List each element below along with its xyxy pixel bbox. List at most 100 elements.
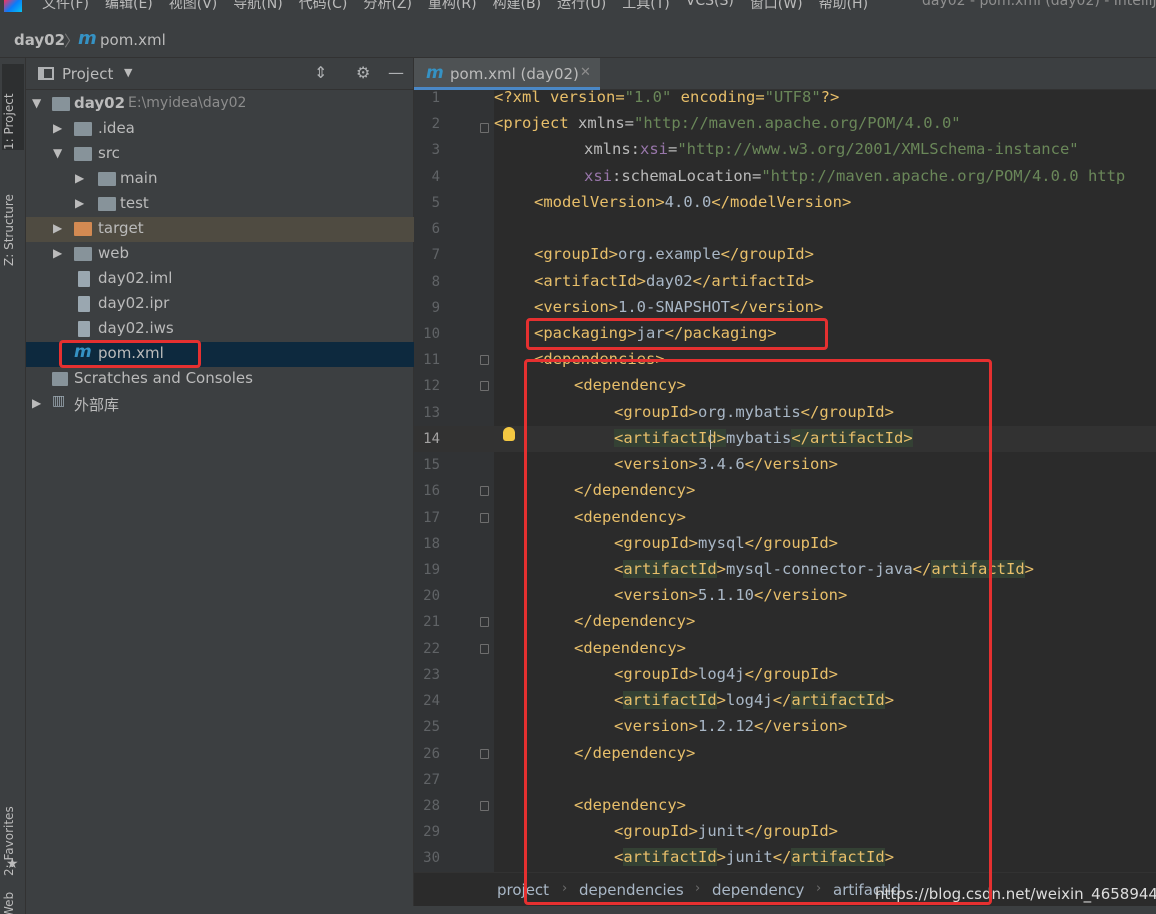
code-token: "http://maven.apache.org/POM/4.0.0 http [761,167,1126,185]
tree-item-external-libraries[interactable]: ▶ ▥ 外部库 [26,392,414,417]
fold-marker-icon[interactable] [480,355,489,365]
menu-analyze[interactable]: 分析(Z) [363,0,412,13]
menu-tools[interactable]: 工具(T) [622,0,669,13]
code-token: ?> [820,88,840,106]
gear-icon[interactable]: ⚙ [356,63,370,82]
line-number: 5 [431,195,440,211]
code-line-4: xsi:schemaLocation="http://maven.apache.… [584,167,1125,185]
menu-help[interactable]: 帮助(H) [819,0,868,13]
tree-item-idea[interactable]: ▶ .idea [26,117,414,142]
code-token: <artifactId> [534,272,646,290]
tab-pom-xml[interactable]: m pom.xml (day02) ✕ [414,58,600,90]
menu-build[interactable]: 构建(B) [493,0,542,13]
line-number: 22 [423,641,440,657]
line-number: 18 [423,536,440,552]
menu-run[interactable]: 运行(U) [557,0,606,13]
file-icon [78,271,90,287]
menu-window[interactable]: 窗口(W) [750,0,803,13]
tree-item-label: src [98,144,120,162]
chevron-right-icon: 〉 [64,32,80,50]
code-token: 4.0.0 [664,193,712,211]
code-token: = [624,114,635,132]
collapsed-arrow-icon[interactable]: ▶ [32,396,41,410]
collapsed-arrow-icon[interactable]: ▶ [75,171,84,185]
folder-icon [74,122,92,136]
web-tool-tab[interactable]: Web [2,892,24,914]
collapsed-arrow-icon[interactable]: ▶ [53,246,62,260]
code-token: <?xml version= [494,88,625,106]
folder-icon [98,172,116,186]
project-panel-header: Project ▼ ⇕ ⚙ — [26,58,414,90]
expanded-arrow-icon[interactable]: ▼ [53,146,62,160]
fold-marker-icon[interactable] [480,749,489,759]
nav-project[interactable]: day02 [14,31,65,49]
project-tool-tab[interactable]: 1: Project [2,64,24,150]
collapsed-arrow-icon[interactable]: ▶ [75,196,84,210]
tree-item-main[interactable]: ▶ main [26,167,414,192]
menu-edit[interactable]: 编辑(E) [105,0,153,13]
tree-item-label: .idea [98,119,135,137]
tab-label: pom.xml (day02) [450,65,579,83]
code-token: <version> [534,298,618,316]
project-view-icon [38,67,54,80]
menu-navigate[interactable]: 导航(N) [233,0,282,13]
line-number: 28 [423,798,440,814]
intellij-logo-icon [4,0,22,12]
fold-marker-icon[interactable] [480,644,489,654]
tree-item-label: day02 [74,94,126,112]
fold-marker-icon[interactable] [480,617,489,627]
fold-marker-icon[interactable] [480,123,489,133]
code-token: xmlns: [584,140,640,158]
line-number: 19 [423,562,440,578]
line-number: 30 [423,850,440,866]
line-number: 25 [423,719,440,735]
code-token: day02 [645,272,693,290]
line-number: 12 [423,378,440,394]
menu-code[interactable]: 代码(C) [299,0,348,13]
code-line-3: xmlns:xsi="http://www.w3.org/2001/XMLSch… [584,140,1079,158]
nav-file[interactable]: pom.xml [100,31,166,49]
fold-marker-icon[interactable] [480,486,489,496]
code-token: :schemaLocation [612,167,752,185]
tree-item-day02-iml[interactable]: day02.iml [26,267,414,292]
menu-file[interactable]: 文件(F) [42,0,89,13]
code-token: <project [494,114,578,132]
line-number: 20 [423,588,440,604]
line-number: 7 [431,247,440,263]
tree-item-day02-iws[interactable]: day02.iws [26,317,414,342]
menu-bar: 文件(F) 编辑(E) 视图(V) 导航(N) 代码(C) 分析(Z) 重构(R… [0,0,1156,22]
collapse-all-icon[interactable]: ⇕ [314,63,327,82]
tree-item-src[interactable]: ▼ src [26,142,414,167]
tree-item-scratches[interactable]: Scratches and Consoles [26,367,414,392]
chevron-down-icon[interactable]: ▼ [124,66,132,79]
minimize-icon[interactable]: — [388,63,404,82]
window-title: day02 - pom.xml (day02) - IntelliJ [922,0,1156,9]
lightbulb-icon[interactable] [503,427,515,441]
tree-item-test[interactable]: ▶ test [26,192,414,217]
line-number: 6 [431,221,440,237]
fold-marker-icon[interactable] [480,513,489,523]
code-line-2: <project xmlns="http://maven.apache.org/… [494,114,961,132]
structure-tool-tab[interactable]: Z: Structure [2,170,24,266]
menu-view[interactable]: 视图(V) [169,0,218,13]
line-number: 21 [423,614,440,630]
project-panel-title[interactable]: Project [62,65,113,83]
expanded-arrow-icon[interactable]: ▼ [32,96,41,110]
tree-item-label: Scratches and Consoles [74,369,253,387]
code-line-1: <?xml version="1.0" encoding="UTF8"?> [494,88,839,106]
tree-item-web[interactable]: ▶ web [26,242,414,267]
collapsed-arrow-icon[interactable]: ▶ [53,121,62,135]
code-line-9: <version>1.0-SNAPSHOT</version> [534,298,823,316]
code-line-8: <artifactId>day02</artifactId> [534,272,814,290]
collapsed-arrow-icon[interactable]: ▶ [53,221,62,235]
tree-item-target[interactable]: ▶ target [26,217,414,242]
fold-marker-icon[interactable] [480,801,489,811]
tree-item-day02-ipr[interactable]: day02.ipr [26,292,414,317]
code-token: "http://www.w3.org/2001/XMLSchema-instan… [677,140,1079,158]
menu-vcs[interactable]: VCS(S) [686,0,734,13]
menu-refactor[interactable]: 重构(R) [428,0,477,13]
maven-icon: m [426,63,444,83]
fold-marker-icon[interactable] [480,381,489,391]
tree-item-day02[interactable]: ▼ day02 E:\myidea\day02 [26,92,414,117]
close-icon[interactable]: ✕ [580,65,591,80]
